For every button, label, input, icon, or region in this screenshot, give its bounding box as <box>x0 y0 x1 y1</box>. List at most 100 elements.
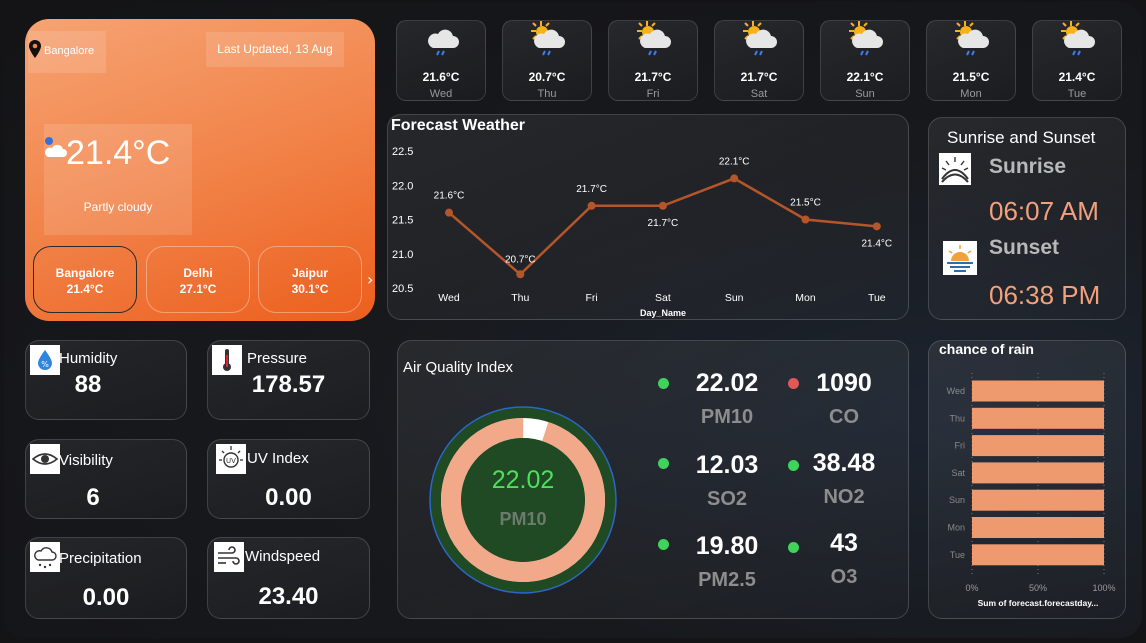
city-name: Bangalore <box>55 266 115 280</box>
data-label: 21.7°C <box>648 218 679 229</box>
day-name: Fri <box>646 88 660 100</box>
metric-value: 178.57 <box>251 371 326 398</box>
metric-value: 88 <box>74 371 102 398</box>
city-temp: 30.1°C <box>291 282 329 296</box>
metric-value: 0.00 <box>265 484 312 511</box>
day-tile-sat[interactable]: 21.7°C Sat <box>714 20 804 101</box>
metric-label: Visibility <box>59 452 113 469</box>
metric-value: 6 <box>86 484 100 511</box>
aqi-gauge-label: PM10 <box>499 509 547 529</box>
data-point <box>587 201 596 210</box>
data-label: 21.7°C <box>576 184 607 195</box>
y-tick-label: 21.0 <box>392 249 413 261</box>
sun-rain-cloud-icon <box>849 21 883 56</box>
data-label: 22.1°C <box>719 156 750 167</box>
data-point <box>872 222 881 231</box>
wind-icon <box>214 542 244 572</box>
x-tick-label: Wed <box>438 292 460 304</box>
day-tile-sun[interactable]: 22.1°C Sun <box>820 20 910 101</box>
city-card-delhi[interactable]: Delhi 27.1°C <box>146 246 250 313</box>
data-point <box>658 201 667 210</box>
data-point <box>516 270 525 279</box>
day-tile-tue[interactable]: 21.4°C Tue <box>1032 20 1122 101</box>
sunset-time: 06:38 PM <box>989 280 1101 310</box>
rain-cloud-icon <box>30 542 60 572</box>
x-tick-label: Mon <box>795 292 816 304</box>
sun-rain-cloud-icon <box>955 21 989 56</box>
chance-of-rain-bar-chart: 0% 50% 100% Wed Thu Fri Sat Sun Mon Tue Sum of for… <box>947 373 1116 608</box>
y-tick-label: Sat <box>951 468 965 478</box>
sunset-icon <box>943 241 977 275</box>
location-name: Bangalore <box>44 45 95 57</box>
city-name: Delhi <box>183 266 213 280</box>
pressure-card: Pressure 178.57 <box>207 340 370 420</box>
day-tile-mon[interactable]: 21.5°C Mon <box>926 20 1016 101</box>
y-tick-label: Mon <box>947 523 965 533</box>
x-tick-label: Thu <box>511 292 529 304</box>
aqi-value: 19.80 <box>695 532 759 560</box>
uv-sun-icon: UV <box>216 444 246 474</box>
location-box: Bangalore <box>28 31 106 73</box>
sunrise-sunset-card: Sunrise and Sunset Sunrise 06:07 AM Suns… <box>928 117 1126 320</box>
y-tick-label: Tue <box>950 550 965 560</box>
current-temperature: 21.4°C <box>66 134 171 172</box>
metric-value: 0.00 <box>82 584 130 611</box>
day-tile-fri[interactable]: 21.7°C Fri <box>608 20 698 101</box>
eye-icon <box>30 444 60 474</box>
rain-bar <box>972 407 1104 429</box>
city-card-jaipur[interactable]: Jaipur 30.1°C <box>258 246 362 313</box>
metric-label: UV Index <box>247 450 309 467</box>
day-temp: 21.5°C <box>952 70 990 84</box>
aqi-key: O3 <box>830 566 858 588</box>
data-label: 21.6°C <box>434 191 465 202</box>
day-tile-wed[interactable]: 21.6°C Wed <box>396 20 486 101</box>
day-temp: 21.7°C <box>740 70 778 84</box>
x-tick-label: Sat <box>655 292 671 304</box>
sun-rain-cloud-icon <box>1061 21 1095 56</box>
current-weather-card: Bangalore Last Updated, 13 Aug 21.4°C Pa… <box>25 19 375 321</box>
x-axis-label: Day_Name <box>640 308 686 318</box>
day-tile-thu[interactable]: 20.7°C Thu <box>502 20 592 101</box>
rain-cloud-icon <box>428 29 459 56</box>
y-tick-label: Thu <box>949 413 965 423</box>
rain-bar <box>972 517 1104 538</box>
metric-label: Precipitation <box>59 550 142 567</box>
y-tick-label: 21.5 <box>392 215 413 227</box>
rain-bar <box>972 380 1104 402</box>
aqi-value: 12.03 <box>695 451 759 479</box>
rain-bar <box>972 435 1104 457</box>
sun-rain-cloud-icon <box>637 21 671 56</box>
forecast-line-chart: 22.5 22.0 21.5 21.0 20.5 21.6°C Wed 20.7°C Thu 21… <box>392 146 892 318</box>
x-tick-label: Fri <box>585 292 597 304</box>
aqi-item-pm25: 19.80 PM2.5 <box>667 532 787 592</box>
forecast-weather-card: Forecast Weather 22.5 22.0 21.5 21.0 20.5 21.… <box>387 114 909 320</box>
metric-label: Humidity <box>59 350 118 367</box>
last-updated-box: Last Updated, 13 Aug <box>206 32 344 67</box>
aqi-item-o3: 43 O3 <box>784 529 904 589</box>
chevron-right-icon[interactable]: › <box>367 270 373 289</box>
sunrise-time: 06:07 AM <box>989 196 1099 226</box>
city-temp: 21.4°C <box>66 282 104 296</box>
day-name: Sat <box>750 88 768 100</box>
aqi-value: 22.02 <box>695 369 759 397</box>
x-tick-label: 0% <box>965 583 978 593</box>
gauge-center <box>461 438 585 562</box>
city-card-bangalore[interactable]: Bangalore 21.4°C <box>33 246 137 313</box>
humidity-card: % Humidity 88 <box>25 340 187 420</box>
sun-rain-cloud-icon <box>743 21 777 56</box>
day-temp: 21.6°C <box>422 70 460 84</box>
y-tick-label: 22.5 <box>392 146 413 158</box>
svg-text:UV: UV <box>226 457 236 465</box>
day-temp: 21.4°C <box>1058 70 1096 84</box>
aqi-key: PM2.5 <box>698 569 756 591</box>
data-label: 21.4°C <box>861 238 892 249</box>
aqi-gauge <box>429 406 617 594</box>
metric-value: 23.40 <box>258 583 319 610</box>
precipitation-card: Precipitation 0.00 <box>25 537 187 619</box>
metric-label: Pressure <box>247 350 308 367</box>
current-condition: Partly cloudy <box>83 200 153 214</box>
day-temp: 21.7°C <box>634 70 672 84</box>
sunrise-sunset-title: Sunrise and Sunset <box>947 128 1096 147</box>
aqi-gauge-value: 22.02 <box>491 466 555 494</box>
y-tick-label: 20.5 <box>392 283 413 295</box>
